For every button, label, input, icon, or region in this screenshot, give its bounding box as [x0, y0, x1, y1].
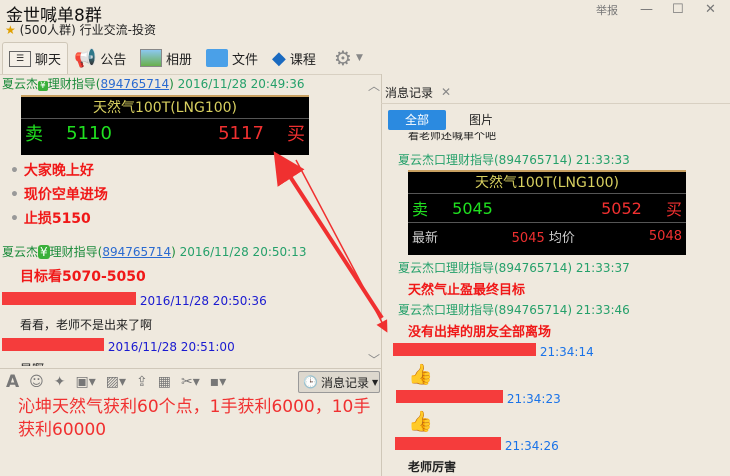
annotation-arrows	[273, 151, 388, 333]
arrow-down	[295, 159, 388, 333]
